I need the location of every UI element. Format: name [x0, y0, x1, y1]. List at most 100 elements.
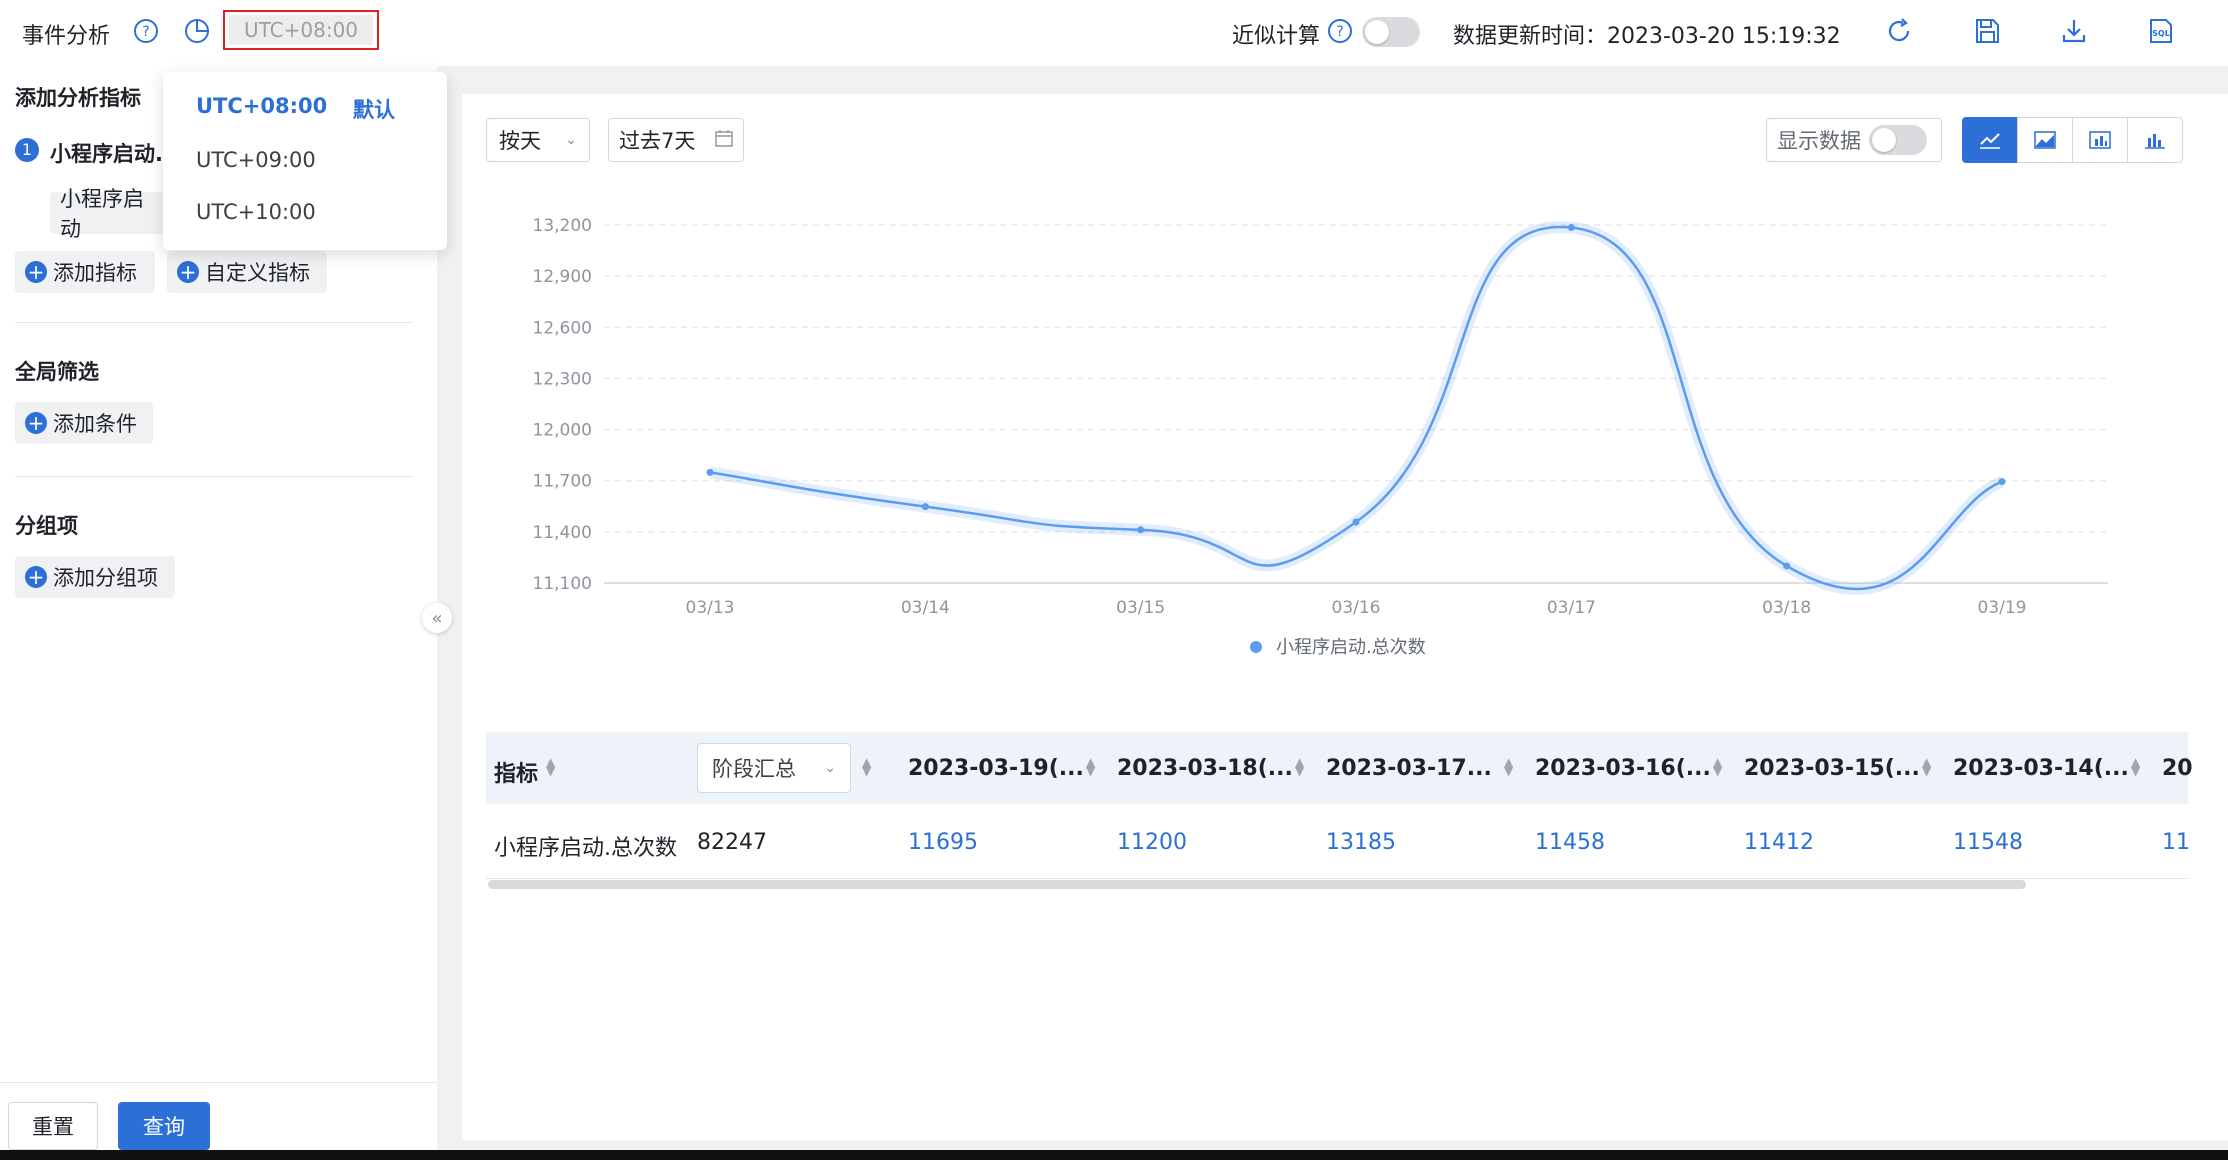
- date-col-header: 2023-03-15(...: [1744, 756, 1920, 781]
- y-tick-label: 11,100: [533, 574, 592, 594]
- show-data-label: 显示数据: [1777, 129, 1861, 153]
- data-update-time: 数据更新时间：2023-03-20 15:19:32: [1453, 24, 1841, 49]
- line-chart: 11,100 11,400 11,700 12,000 12,300 12,600 12,9…: [533, 216, 2108, 658]
- metric-index-badge: 1: [15, 138, 39, 162]
- divider: [0, 1082, 437, 1083]
- approx-calc-toggle[interactable]: [1362, 17, 1420, 47]
- refresh-icon[interactable]: [1884, 16, 1914, 46]
- data-point[interactable]: [1783, 562, 1791, 570]
- date-col-header: 2023-03-19(...: [908, 756, 1084, 781]
- granularity-select[interactable]: 按天 ⌄: [486, 118, 590, 162]
- data-point[interactable]: [1352, 518, 1360, 526]
- metric-event-select[interactable]: 小程序启动: [50, 187, 168, 241]
- y-tick-label: 12,600: [533, 318, 592, 338]
- legend-marker: [1250, 641, 1262, 653]
- add-group-button[interactable]: + 添加分组项: [15, 556, 175, 598]
- timezone-selector-highlight[interactable]: UTC+08:00: [223, 10, 379, 50]
- page-title: 事件分析: [22, 24, 111, 49]
- date-value-cell[interactable]: 11412: [1744, 830, 1814, 855]
- timezone-selector[interactable]: UTC+08:00: [229, 15, 373, 45]
- data-point[interactable]: [1567, 224, 1575, 232]
- data-point[interactable]: [1998, 478, 2006, 486]
- row-metric-name: 小程序启动.总次数: [494, 836, 677, 861]
- sort-icon[interactable]: ▲ ▼: [1922, 756, 1931, 777]
- series-line: [709, 225, 2003, 591]
- date-range-picker[interactable]: 过去7天: [608, 118, 744, 162]
- approx-help-icon[interactable]: ?: [1325, 16, 1355, 46]
- horizontal-scrollbar[interactable]: [488, 880, 2026, 889]
- y-tick-label: 13,200: [533, 216, 592, 236]
- group-section-title: 分组项: [15, 514, 78, 538]
- bar-chart-icon[interactable]: [2072, 117, 2128, 163]
- y-tick-label: 11,400: [533, 523, 592, 543]
- total-select[interactable]: 阶段汇总 ⌄: [697, 743, 851, 793]
- calendar-icon: [715, 128, 733, 152]
- histogram-icon[interactable]: [2127, 117, 2183, 163]
- sort-icon[interactable]: ▲ ▼: [546, 756, 555, 777]
- sort-icon[interactable]: ▲ ▼: [1713, 756, 1722, 777]
- chart-type-switcher: [1962, 117, 2183, 163]
- svg-text:?: ?: [1336, 24, 1343, 40]
- filter-section-title: 全局筛选: [15, 360, 99, 384]
- help-icon[interactable]: ?: [131, 16, 161, 46]
- x-tick-label: 03/16: [1332, 598, 1381, 618]
- x-tick-label: 03/15: [1116, 598, 1165, 618]
- show-data-toggle[interactable]: [1869, 125, 1931, 155]
- date-col-header: 2023-03-14(...: [1953, 756, 2129, 781]
- download-icon[interactable]: [2059, 16, 2089, 46]
- data-point[interactable]: [921, 503, 929, 511]
- area-chart-icon[interactable]: [2017, 117, 2073, 163]
- plus-icon: +: [25, 412, 47, 434]
- timezone-option[interactable]: UTC+09:00: [196, 148, 316, 172]
- date-value-cell[interactable]: 13185: [1326, 830, 1396, 855]
- row-total-value: 82247: [697, 830, 767, 855]
- y-tick-label: 12,300: [533, 369, 592, 389]
- divider: [15, 476, 413, 477]
- line-chart-icon[interactable]: [1962, 117, 2018, 163]
- plus-icon: +: [25, 261, 47, 283]
- save-icon[interactable]: [1972, 16, 2002, 46]
- svg-text:?: ?: [142, 24, 149, 40]
- add-condition-button[interactable]: + 添加条件: [15, 402, 153, 444]
- y-tick-label: 12,900: [533, 267, 592, 287]
- custom-metric-button[interactable]: + 自定义指标: [167, 251, 327, 293]
- sort-icon[interactable]: ▲ ▼: [862, 756, 871, 777]
- table-header: 指标 ▲ ▼ 阶段汇总 ⌄ ▲ ▼ 2023-03-19(... ▲ ▼ 2023-03-…: [486, 732, 2193, 804]
- top-bar: 事件分析 ? UTC+08:00 近似计算 ? 数据更新时间：2023-03-2…: [0, 0, 2228, 66]
- sql-icon[interactable]: SQL: [2146, 16, 2176, 46]
- date-col-header: 2023-03-16(...: [1535, 756, 1711, 781]
- sort-icon[interactable]: ▲ ▼: [1504, 756, 1513, 777]
- date-value-cell[interactable]: 11200: [1117, 830, 1187, 855]
- date-value-cell[interactable]: 11548: [1953, 830, 2023, 855]
- window-bottom-edge: [0, 1150, 2228, 1160]
- add-metric-button[interactable]: + 添加指标: [15, 251, 155, 293]
- pie-chart-icon[interactable]: [182, 16, 212, 46]
- x-tick-label: 03/14: [901, 598, 950, 618]
- x-tick-label: 03/19: [1978, 598, 2027, 618]
- add-condition-label: 添加条件: [53, 412, 137, 436]
- chevron-down-icon: ⌄: [565, 132, 577, 148]
- sort-icon[interactable]: ▲ ▼: [1086, 756, 1095, 777]
- reset-button[interactable]: 重置: [8, 1102, 98, 1150]
- svg-text:SQL: SQL: [2152, 29, 2170, 38]
- row-divider: [486, 878, 2188, 879]
- granularity-value: 按天: [499, 129, 541, 153]
- plus-icon: +: [25, 566, 47, 588]
- total-select-label: 阶段汇总: [712, 757, 796, 781]
- query-button[interactable]: 查询: [118, 1102, 210, 1150]
- show-data-control[interactable]: 显示数据: [1766, 118, 1942, 162]
- metric-name[interactable]: 小程序启动.: [50, 138, 163, 168]
- data-point[interactable]: [706, 468, 714, 476]
- sort-icon[interactable]: ▲ ▼: [1295, 756, 1304, 777]
- legend-label[interactable]: 小程序启动.总次数: [1276, 637, 1426, 658]
- timezone-option[interactable]: UTC+08:00: [196, 94, 327, 118]
- data-point[interactable]: [1137, 526, 1145, 534]
- collapse-sidebar-icon[interactable]: «: [422, 603, 452, 633]
- timezone-option[interactable]: UTC+10:00: [196, 200, 316, 224]
- date-value-cell[interactable]: 11458: [1535, 830, 1605, 855]
- approx-calc-label: 近似计算: [1232, 24, 1321, 49]
- date-col-header: 2023-03-18(...: [1117, 756, 1293, 781]
- sort-icon[interactable]: ▲ ▼: [2131, 756, 2140, 777]
- date-value-cell[interactable]: 11695: [908, 830, 978, 855]
- date-value-cell[interactable]: 11: [2162, 830, 2190, 855]
